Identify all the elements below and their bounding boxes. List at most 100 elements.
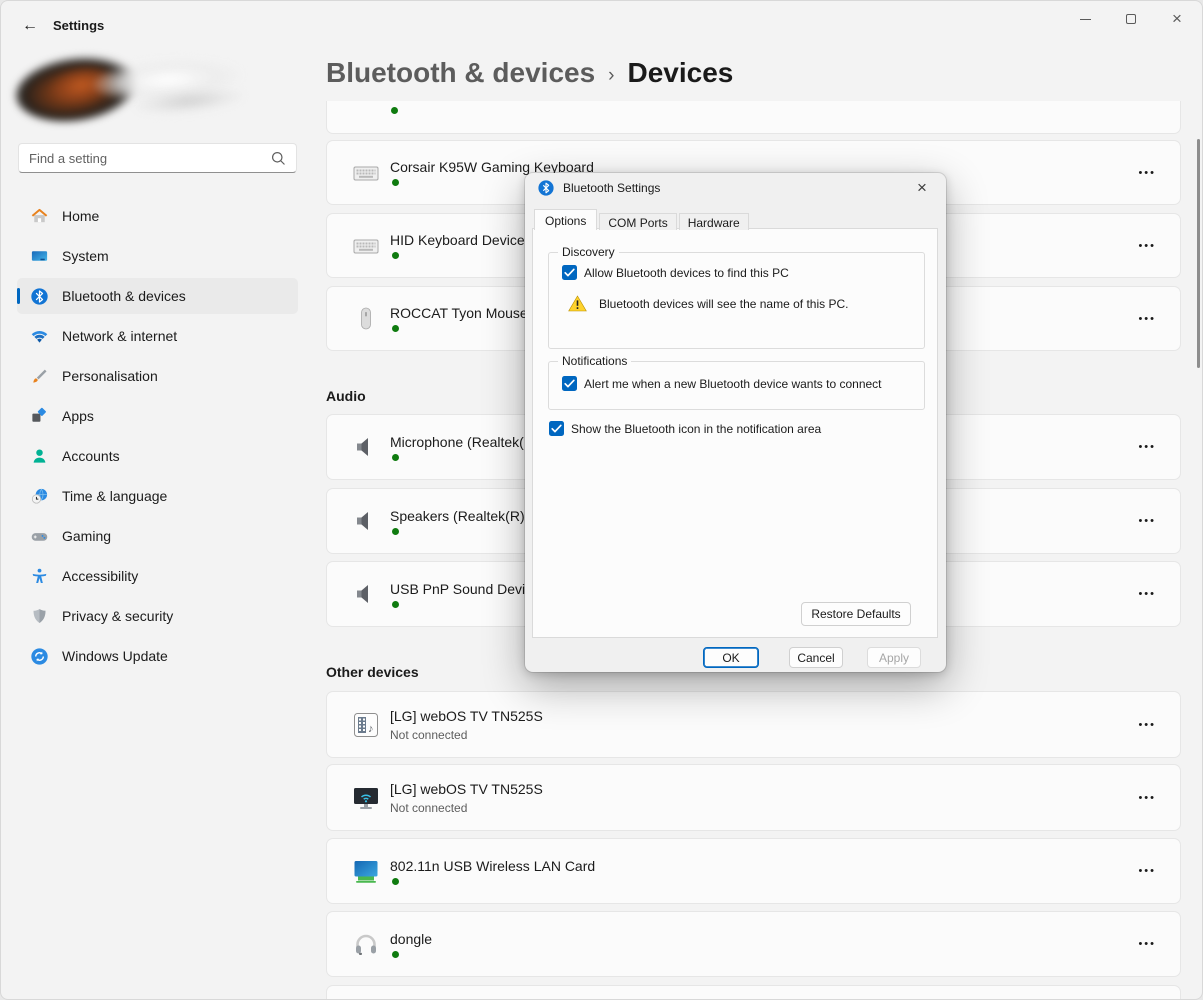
sidebar-item-privacy-security[interactable]: Privacy & security xyxy=(17,598,298,634)
more-options-button[interactable]: ••• xyxy=(1138,240,1156,252)
sidebar-item-label: Personalisation xyxy=(62,368,158,384)
checkbox-checked-icon[interactable] xyxy=(562,376,577,391)
device-card-lg-webos-tv-1[interactable]: ♪ [LG] webOS TV TN525S Not connected ••• xyxy=(326,691,1181,758)
user-avatar[interactable] xyxy=(15,53,243,123)
section-header-other-devices: Other devices xyxy=(326,664,419,680)
sidebar-item-home[interactable]: Home xyxy=(17,198,298,234)
cancel-button[interactable]: Cancel xyxy=(789,647,843,668)
dialog-title: Bluetooth Settings xyxy=(563,181,660,195)
mouse-icon xyxy=(351,304,381,334)
allow-discovery-checkbox-row[interactable]: Allow Bluetooth devices to find this PC xyxy=(562,265,789,280)
connected-dot xyxy=(392,951,399,958)
sidebar-item-label: System xyxy=(62,248,109,264)
app-title: Settings xyxy=(53,18,104,33)
device-name: ROCCAT Tyon Mouse xyxy=(390,305,528,321)
more-options-button[interactable]: ••• xyxy=(1138,938,1156,950)
tab-com-ports[interactable]: COM Ports xyxy=(599,213,676,230)
system-icon xyxy=(30,247,49,266)
device-name: Microphone (Realtek(R xyxy=(390,434,534,450)
connected-dot xyxy=(391,107,398,114)
checkbox-label: Allow Bluetooth devices to find this PC xyxy=(584,266,789,280)
apps-icon xyxy=(30,407,49,426)
sidebar-item-label: Bluetooth & devices xyxy=(62,288,186,304)
connected-dot xyxy=(392,528,399,535)
more-options-button[interactable]: ••• xyxy=(1138,441,1156,453)
sidebar-item-bluetooth-devices[interactable]: Bluetooth & devices xyxy=(17,278,298,314)
paintbrush-icon xyxy=(30,367,49,386)
sidebar-nav: Home System Bluetooth & devices Network … xyxy=(17,198,298,678)
update-icon xyxy=(30,647,49,666)
sidebar-item-personalisation[interactable]: Personalisation xyxy=(17,358,298,394)
close-button[interactable]: × xyxy=(1154,1,1200,37)
discovery-warning-row: Bluetooth devices will see the name of t… xyxy=(568,295,848,312)
speaker-icon xyxy=(351,579,381,609)
more-options-button[interactable]: ••• xyxy=(1138,588,1156,600)
device-card-partial-top[interactable] xyxy=(326,101,1181,134)
vertical-scrollbar-thumb[interactable] xyxy=(1197,139,1200,368)
media-player-icon: ♪ xyxy=(351,710,381,740)
device-status: Not connected xyxy=(390,728,543,742)
bluetooth-icon xyxy=(30,287,49,306)
back-button[interactable]: ← xyxy=(15,13,45,38)
more-options-button[interactable]: ••• xyxy=(1138,719,1156,731)
sidebar-item-windows-update[interactable]: Windows Update xyxy=(17,638,298,674)
device-card-lg-webos-tv-2[interactable]: [LG] webOS TV TN525S Not connected ••• xyxy=(326,764,1181,831)
shield-icon xyxy=(30,607,49,626)
more-options-button[interactable]: ••• xyxy=(1138,515,1156,527)
warning-icon xyxy=(568,295,587,312)
sidebar-item-label: Privacy & security xyxy=(62,608,173,624)
keyboard-icon xyxy=(351,231,381,261)
search-icon xyxy=(271,151,286,166)
sidebar-item-system[interactable]: System xyxy=(17,238,298,274)
connected-dot xyxy=(392,325,399,332)
home-icon xyxy=(30,207,49,226)
sidebar-item-label: Apps xyxy=(62,408,94,424)
accessibility-icon xyxy=(30,567,49,586)
discovery-groupbox: Discovery Allow Bluetooth devices to fin… xyxy=(548,252,925,349)
search-input[interactable] xyxy=(19,151,271,166)
device-card-partial-bottom[interactable] xyxy=(326,985,1181,1000)
checkbox-checked-icon[interactable] xyxy=(562,265,577,280)
device-name: HID Keyboard Device xyxy=(390,232,525,248)
headphones-icon xyxy=(351,929,381,959)
wireless-display-icon xyxy=(351,783,381,813)
more-options-button[interactable]: ••• xyxy=(1138,865,1156,877)
dialog-close-button[interactable]: × xyxy=(907,177,937,199)
restore-defaults-button[interactable]: Restore Defaults xyxy=(801,602,911,626)
tray-icon-checkbox-row[interactable]: Show the Bluetooth icon in the notificat… xyxy=(549,421,821,436)
sidebar-item-label: Accounts xyxy=(62,448,120,464)
dialog-tab-row: Options COM Ports Hardware xyxy=(534,209,751,230)
svg-text:♪: ♪ xyxy=(368,723,374,735)
gamepad-icon xyxy=(30,527,49,546)
clock-globe-icon xyxy=(30,487,49,506)
sidebar-item-accounts[interactable]: Accounts xyxy=(17,438,298,474)
ok-button[interactable]: OK xyxy=(703,647,759,668)
device-card-dongle[interactable]: dongle ••• xyxy=(326,911,1181,977)
sidebar-item-label: Accessibility xyxy=(62,568,138,584)
breadcrumb-parent[interactable]: Bluetooth & devices xyxy=(326,57,595,89)
device-name: dongle xyxy=(390,931,432,947)
tab-hardware[interactable]: Hardware xyxy=(679,213,749,230)
more-options-button[interactable]: ••• xyxy=(1138,167,1156,179)
more-options-button[interactable]: ••• xyxy=(1138,792,1156,804)
connected-dot xyxy=(392,601,399,608)
alert-checkbox-row[interactable]: Alert me when a new Bluetooth device wan… xyxy=(562,376,882,391)
sidebar-item-label: Time & language xyxy=(62,488,167,504)
sidebar-item-time-language[interactable]: Time & language xyxy=(17,478,298,514)
checkbox-checked-icon[interactable] xyxy=(549,421,564,436)
tab-options[interactable]: Options xyxy=(534,209,597,230)
maximize-button[interactable] xyxy=(1108,1,1154,37)
person-icon xyxy=(30,447,49,466)
minimize-icon xyxy=(1080,19,1091,20)
connected-dot xyxy=(392,179,399,186)
device-card-wireless-lan-card[interactable]: 802.11n USB Wireless LAN Card ••• xyxy=(326,838,1181,904)
sidebar-item-accessibility[interactable]: Accessibility xyxy=(17,558,298,594)
device-name: [LG] webOS TV TN525S xyxy=(390,708,543,724)
more-options-button[interactable]: ••• xyxy=(1138,313,1156,325)
sidebar-item-apps[interactable]: Apps xyxy=(17,398,298,434)
minimize-button[interactable] xyxy=(1062,1,1108,37)
connected-dot xyxy=(392,454,399,461)
speaker-icon xyxy=(351,506,381,536)
sidebar-item-gaming[interactable]: Gaming xyxy=(17,518,298,554)
sidebar-item-network-internet[interactable]: Network & internet xyxy=(17,318,298,354)
